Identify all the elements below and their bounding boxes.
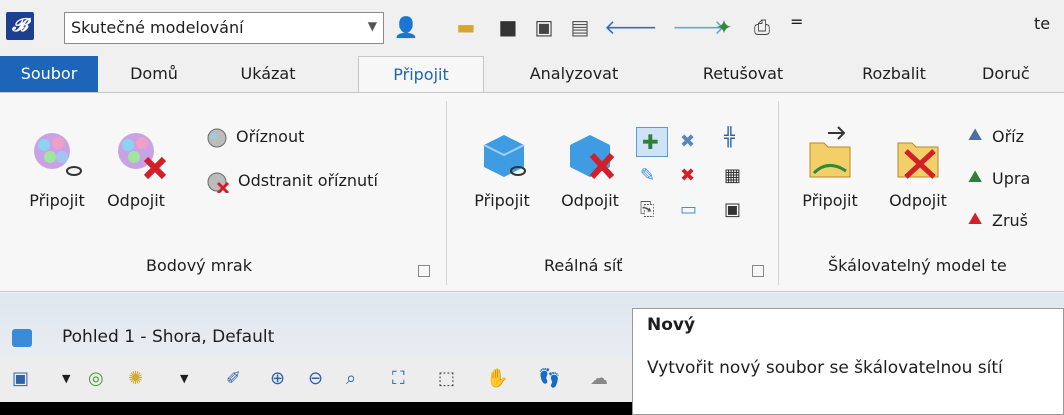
view-attributes-icon[interactable]: ▣ [12,368,29,389]
open-folder-icon[interactable]: ▬ [452,12,480,42]
customize-toolbar-icon[interactable]: = [790,12,803,31]
workspace-value: Skutečné modelování [71,18,244,37]
view-window-icon [12,329,32,347]
group-title-point-cloud: Bodový mrak [146,256,252,275]
tooltip: Nový Vytvořit nový soubor se škálovateln… [632,308,1064,415]
reality-mesh-attach-button[interactable]: Připojit [462,127,542,227]
save-settings-icon[interactable]: ▣ [530,12,558,42]
tab-show[interactable]: Ukázat [220,56,316,92]
clip-icon [207,128,227,148]
terrain-clip-label: Oříz [992,127,1025,146]
pin-icon[interactable]: ✦ [710,12,738,42]
terrain-cancel-icon: ⛰ [968,209,983,229]
mesh-remove-icon[interactable]: ✖ [680,165,704,189]
tooltip-description: Vytvořit nový soubor se škálovatelnou sí… [647,358,1003,378]
remove-clip-label: Odstranit oříznutí [238,171,378,190]
reality-mesh-attach-label: Připojit [474,191,530,210]
terrain-attach-icon [809,126,851,178]
mesh-export-icon[interactable]: ⎘ [640,199,664,223]
quick-access-toolbar: 𝓑 Skutečné modelování ▼ 👤 ▬ ■ ▣ ▤ 🡐 🡒 ✦ … [0,0,1064,56]
point-cloud-detach-button[interactable]: Odpojit [100,129,172,229]
terrain-attach-button[interactable]: Připojit [790,123,870,227]
undo-icon[interactable]: 🡐 [604,12,658,42]
redo-icon[interactable]: 🡒 [672,12,726,42]
mesh-select-icon[interactable]: ▣ [724,199,748,223]
terrain-cancel-button[interactable]: ⛰ Zruš [968,209,1064,235]
chevron-down-icon[interactable]: ▼ [180,372,188,385]
group-title-reality-mesh: Reálná síť [544,256,623,275]
point-cloud-detach-label: Odpojit [107,191,165,210]
terrain-attach-label: Připojit [802,191,858,210]
mesh-settings-icon[interactable]: ✖ [680,131,704,155]
reality-mesh-attach-icon [483,135,526,177]
tab-deliver[interactable]: Doruč [982,56,1064,92]
group-divider [778,101,779,285]
save-icon[interactable]: ■ [494,12,522,42]
reality-mesh-detach-icon [570,135,615,180]
fit-view-icon[interactable]: ⛶ [392,368,405,389]
terrain-cancel-label: Zruš [992,211,1029,230]
point-cloud-detach-icon [118,133,167,180]
point-cloud-attach-icon [34,133,82,176]
group-divider [446,101,447,285]
window-area-icon[interactable]: ⌕ [346,368,356,389]
chevron-down-icon[interactable]: ▼ [368,19,377,33]
terrain-edit-icon: ⛰ [968,167,983,187]
mesh-edit-icon[interactable]: ✎ [640,165,664,189]
point-cloud-remove-clip-button[interactable]: Odstranit oříznutí [206,169,436,195]
print-icon[interactable]: ⎙ [748,12,776,42]
ribbon-tabs: Soubor Domů Ukázat Připojit Analyzovat R… [0,56,1064,94]
terrain-detach-button[interactable]: Odpojit [878,123,958,227]
group-point-cloud: Připojit Odpojit Oříznout Odstranit oříz… [0,93,446,291]
new-mesh-icon: ✚ [642,130,659,154]
group-scalable-terrain: Připojit Odpojit ⛰ Oříz ⛰ Upra ⛰ Zruš Šk… [780,93,1064,291]
pan-icon[interactable]: ✋ [486,368,508,389]
walk-icon[interactable]: 👣 [538,368,560,389]
point-cloud-clip-button[interactable]: Oříznout [206,125,366,151]
dialog-launcher-icon[interactable] [418,265,430,277]
zoom-out-icon[interactable]: ⊖ [308,368,323,389]
point-cloud-attach-button[interactable]: Připojit [20,129,90,229]
zoom-in-icon[interactable]: ⊕ [270,368,285,389]
app-logo-icon[interactable]: 𝓑 [6,12,34,40]
window-title-fragment: te [1034,14,1051,33]
ribbon-panel: Připojit Odpojit Oříznout Odstranit oříz… [0,92,1064,292]
point-cloud-attach-label: Připojit [29,191,85,210]
dialog-launcher-icon[interactable] [752,265,764,277]
mesh-grid-icon[interactable]: ▦ [724,165,748,189]
group-title-scalable-terrain: Škálovatelný model te [828,256,1007,275]
reality-mesh-detach-button[interactable]: Odpojit [552,127,628,227]
tooltip-title: Nový [647,315,696,335]
tab-analyze[interactable]: Analyzovat [506,56,642,92]
view-title: Pohled 1 - Shora, Default [62,327,275,347]
user-icon[interactable]: 👤 [392,12,420,42]
remove-clip-icon [207,172,230,193]
rotate-view-icon[interactable]: ⬚ [438,368,455,389]
terrain-edit-button[interactable]: ⛰ Upra [968,167,1064,193]
terrain-clip-icon: ⛰ [968,125,983,145]
compress-icon[interactable]: ▤ [566,12,594,42]
terrain-detach-label: Odpojit [889,191,947,210]
chevron-down-icon[interactable]: ▼ [62,372,70,385]
terrain-clip-button[interactable]: ⛰ Oříz [968,125,1064,151]
display-style-icon[interactable]: ◎ [88,368,104,389]
reality-mesh-detach-label: Odpojit [561,191,619,210]
lighting-icon[interactable]: ✺ [128,368,143,389]
group-reality-mesh: Připojit Odpojit ✚ ✖ ╬ ✎ ✖ ▦ ⎘ ▭ ▣ Reáln… [448,93,778,291]
tab-file[interactable]: Soubor [0,56,98,92]
mesh-texture-icon[interactable]: ▭ [680,199,704,223]
update-view-icon[interactable]: ✐ [226,368,241,389]
clip-label: Oříznout [236,127,305,146]
tab-expand[interactable]: Rozbalit [844,56,944,92]
terrain-detach-icon [897,142,939,179]
tab-attach[interactable]: Připojit [358,56,484,94]
tab-retouch[interactable]: Retušovat [684,56,802,92]
mesh-split-icon[interactable]: ╬ [724,127,748,153]
new-scalable-mesh-button[interactable]: ✚ [636,127,668,157]
fly-icon[interactable]: ☁ [590,368,608,389]
workspace-dropdown[interactable]: Skutečné modelování ▼ [64,12,384,44]
tab-home[interactable]: Domů [112,56,196,92]
terrain-edit-label: Upra [992,169,1031,188]
